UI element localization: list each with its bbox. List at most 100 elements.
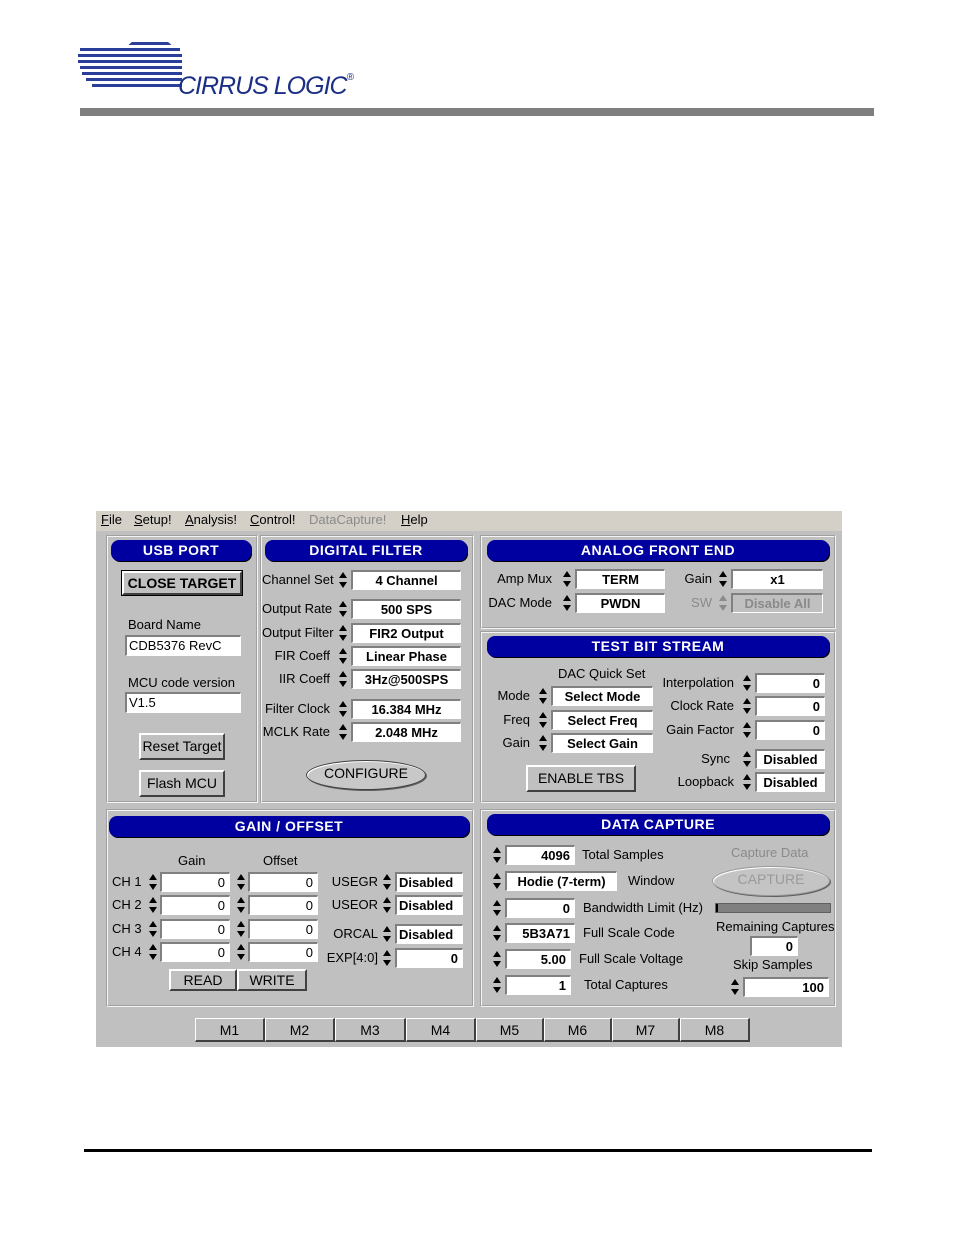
skip-samples-spinner[interactable] <box>730 977 740 997</box>
useor-spinner[interactable] <box>382 895 392 915</box>
tbs-freq-spinner[interactable] <box>538 710 548 730</box>
gain-field-ch1[interactable]: 0 <box>160 872 230 892</box>
gain-factor-field[interactable]: 0 <box>755 720 825 740</box>
df-field-2[interactable]: FIR2 Output <box>351 623 461 643</box>
sync-field[interactable]: Disabled <box>755 749 825 769</box>
gain-spinner-ch4[interactable] <box>148 942 158 962</box>
skip-samples-label: Skip Samples <box>733 957 813 972</box>
df-field-0[interactable]: 4 Channel <box>351 570 461 590</box>
offset-spinner-ch2[interactable] <box>236 895 246 915</box>
orcal-spinner[interactable] <box>382 924 392 944</box>
df-field-1[interactable]: 500 SPS <box>351 599 461 619</box>
exp-field[interactable]: 0 <box>395 948 463 968</box>
dac-mode-spinner[interactable] <box>562 593 572 613</box>
loopback-field[interactable]: Disabled <box>755 772 825 792</box>
df-field-4[interactable]: 3Hz@500SPS <box>351 669 461 689</box>
menu-file[interactable]: File <box>101 512 122 527</box>
gain-spinner-ch1[interactable] <box>148 872 158 892</box>
full-scale-voltage-field[interactable]: 5.00 <box>505 949 571 969</box>
df-spinner-5[interactable] <box>338 699 348 719</box>
tbs-freq-field[interactable]: Select Freq <box>551 710 653 730</box>
read-button[interactable]: READ <box>169 969 237 991</box>
offset-field-ch1[interactable]: 0 <box>248 872 318 892</box>
macro-button-m1[interactable]: M1 <box>195 1018 265 1042</box>
df-spinner-4[interactable] <box>338 669 348 689</box>
menu-help[interactable]: Help <box>401 512 428 527</box>
offset-field-ch2[interactable]: 0 <box>248 895 318 915</box>
clock-rate-field[interactable]: 0 <box>755 696 825 716</box>
offset-spinner-ch4[interactable] <box>236 942 246 962</box>
exp-spinner[interactable] <box>382 948 392 968</box>
macro-button-m3[interactable]: M3 <box>335 1018 406 1042</box>
amp-mux-spinner[interactable] <box>562 569 572 589</box>
offset-field-ch3[interactable]: 0 <box>248 919 318 939</box>
dac-mode-field[interactable]: PWDN <box>575 593 665 613</box>
full-scale-code-field[interactable]: 5B3A71 <box>505 923 575 943</box>
full-scale-voltage-spinner[interactable] <box>492 949 502 969</box>
interpolation-field[interactable]: 0 <box>755 673 825 693</box>
offset-spinner-ch1[interactable] <box>236 872 246 892</box>
total-captures-field[interactable]: 1 <box>505 975 571 995</box>
total-samples-field[interactable]: 4096 <box>505 845 575 865</box>
useor-field[interactable]: Disabled <box>395 895 463 915</box>
usegr-field[interactable]: Disabled <box>395 872 463 892</box>
reset-target-button[interactable]: Reset Target <box>139 733 225 760</box>
full-scale-code-spinner[interactable] <box>492 923 502 943</box>
usegr-spinner[interactable] <box>382 872 392 892</box>
gain-spinner-ch2[interactable] <box>148 895 158 915</box>
skip-samples-field[interactable]: 100 <box>743 977 829 997</box>
afe-gain-field[interactable]: x1 <box>731 569 823 589</box>
menu-setup[interactable]: Setup! <box>134 512 172 527</box>
tbs-mode-field[interactable]: Select Mode <box>551 686 653 706</box>
flash-mcu-button[interactable]: Flash MCU <box>139 770 225 797</box>
df-spinner-1[interactable] <box>338 599 348 619</box>
macro-button-m2[interactable]: M2 <box>265 1018 335 1042</box>
macro-button-m6[interactable]: M6 <box>544 1018 612 1042</box>
sync-spinner[interactable] <box>742 749 752 769</box>
loopback-spinner[interactable] <box>742 772 752 792</box>
write-button[interactable]: WRITE <box>237 969 307 991</box>
gain-field-ch3[interactable]: 0 <box>160 919 230 939</box>
orcal-field[interactable]: Disabled <box>395 924 463 944</box>
clock-rate-spinner[interactable] <box>742 696 752 716</box>
board-name-field[interactable]: CDB5376 RevC <box>125 635 241 656</box>
window-spinner[interactable] <box>492 871 502 891</box>
amp-mux-field[interactable]: TERM <box>575 569 665 589</box>
tbs-mode-label: Mode <box>497 688 530 703</box>
gain-factor-spinner[interactable] <box>742 720 752 740</box>
gain-field-ch2[interactable]: 0 <box>160 895 230 915</box>
tbs-mode-spinner[interactable] <box>538 686 548 706</box>
menu-analysis[interactable]: Analysis! <box>185 512 237 527</box>
df-field-3[interactable]: Linear Phase <box>351 646 461 666</box>
total-captures-spinner[interactable] <box>492 975 502 995</box>
tbs-title: TEST BIT STREAM <box>487 636 829 657</box>
gain-field-ch4[interactable]: 0 <box>160 942 230 962</box>
gain-spinner-ch3[interactable] <box>148 919 158 939</box>
afe-gain-spinner[interactable] <box>718 569 728 589</box>
offset-spinner-ch3[interactable] <box>236 919 246 939</box>
tbs-gain-spinner[interactable] <box>538 733 548 753</box>
macro-button-m5[interactable]: M5 <box>476 1018 544 1042</box>
configure-button[interactable]: CONFIGURE <box>306 760 426 790</box>
offset-field-ch4[interactable]: 0 <box>248 942 318 962</box>
menu-control[interactable]: Control! <box>250 512 296 527</box>
capture-data-label: Capture Data <box>731 845 809 860</box>
df-spinner-0[interactable] <box>338 570 348 590</box>
mcu-version-field[interactable]: V1.5 <box>125 692 241 713</box>
total-samples-spinner[interactable] <box>492 845 502 865</box>
tbs-gain-field[interactable]: Select Gain <box>551 733 653 753</box>
macro-button-m4[interactable]: M4 <box>406 1018 476 1042</box>
macro-button-m8[interactable]: M8 <box>680 1018 750 1042</box>
df-field-6[interactable]: 2.048 MHz <box>351 722 461 742</box>
interpolation-spinner[interactable] <box>742 673 752 693</box>
df-spinner-2[interactable] <box>338 623 348 643</box>
bandwidth-field[interactable]: 0 <box>505 898 575 918</box>
close-target-button[interactable]: CLOSE TARGET <box>121 570 243 596</box>
df-spinner-3[interactable] <box>338 646 348 666</box>
enable-tbs-button[interactable]: ENABLE TBS <box>526 765 636 792</box>
df-spinner-6[interactable] <box>338 722 348 742</box>
window-field[interactable]: Hodie (7-term) <box>505 871 617 891</box>
df-field-5[interactable]: 16.384 MHz <box>351 699 461 719</box>
macro-button-m7[interactable]: M7 <box>612 1018 680 1042</box>
bandwidth-spinner[interactable] <box>492 898 502 918</box>
